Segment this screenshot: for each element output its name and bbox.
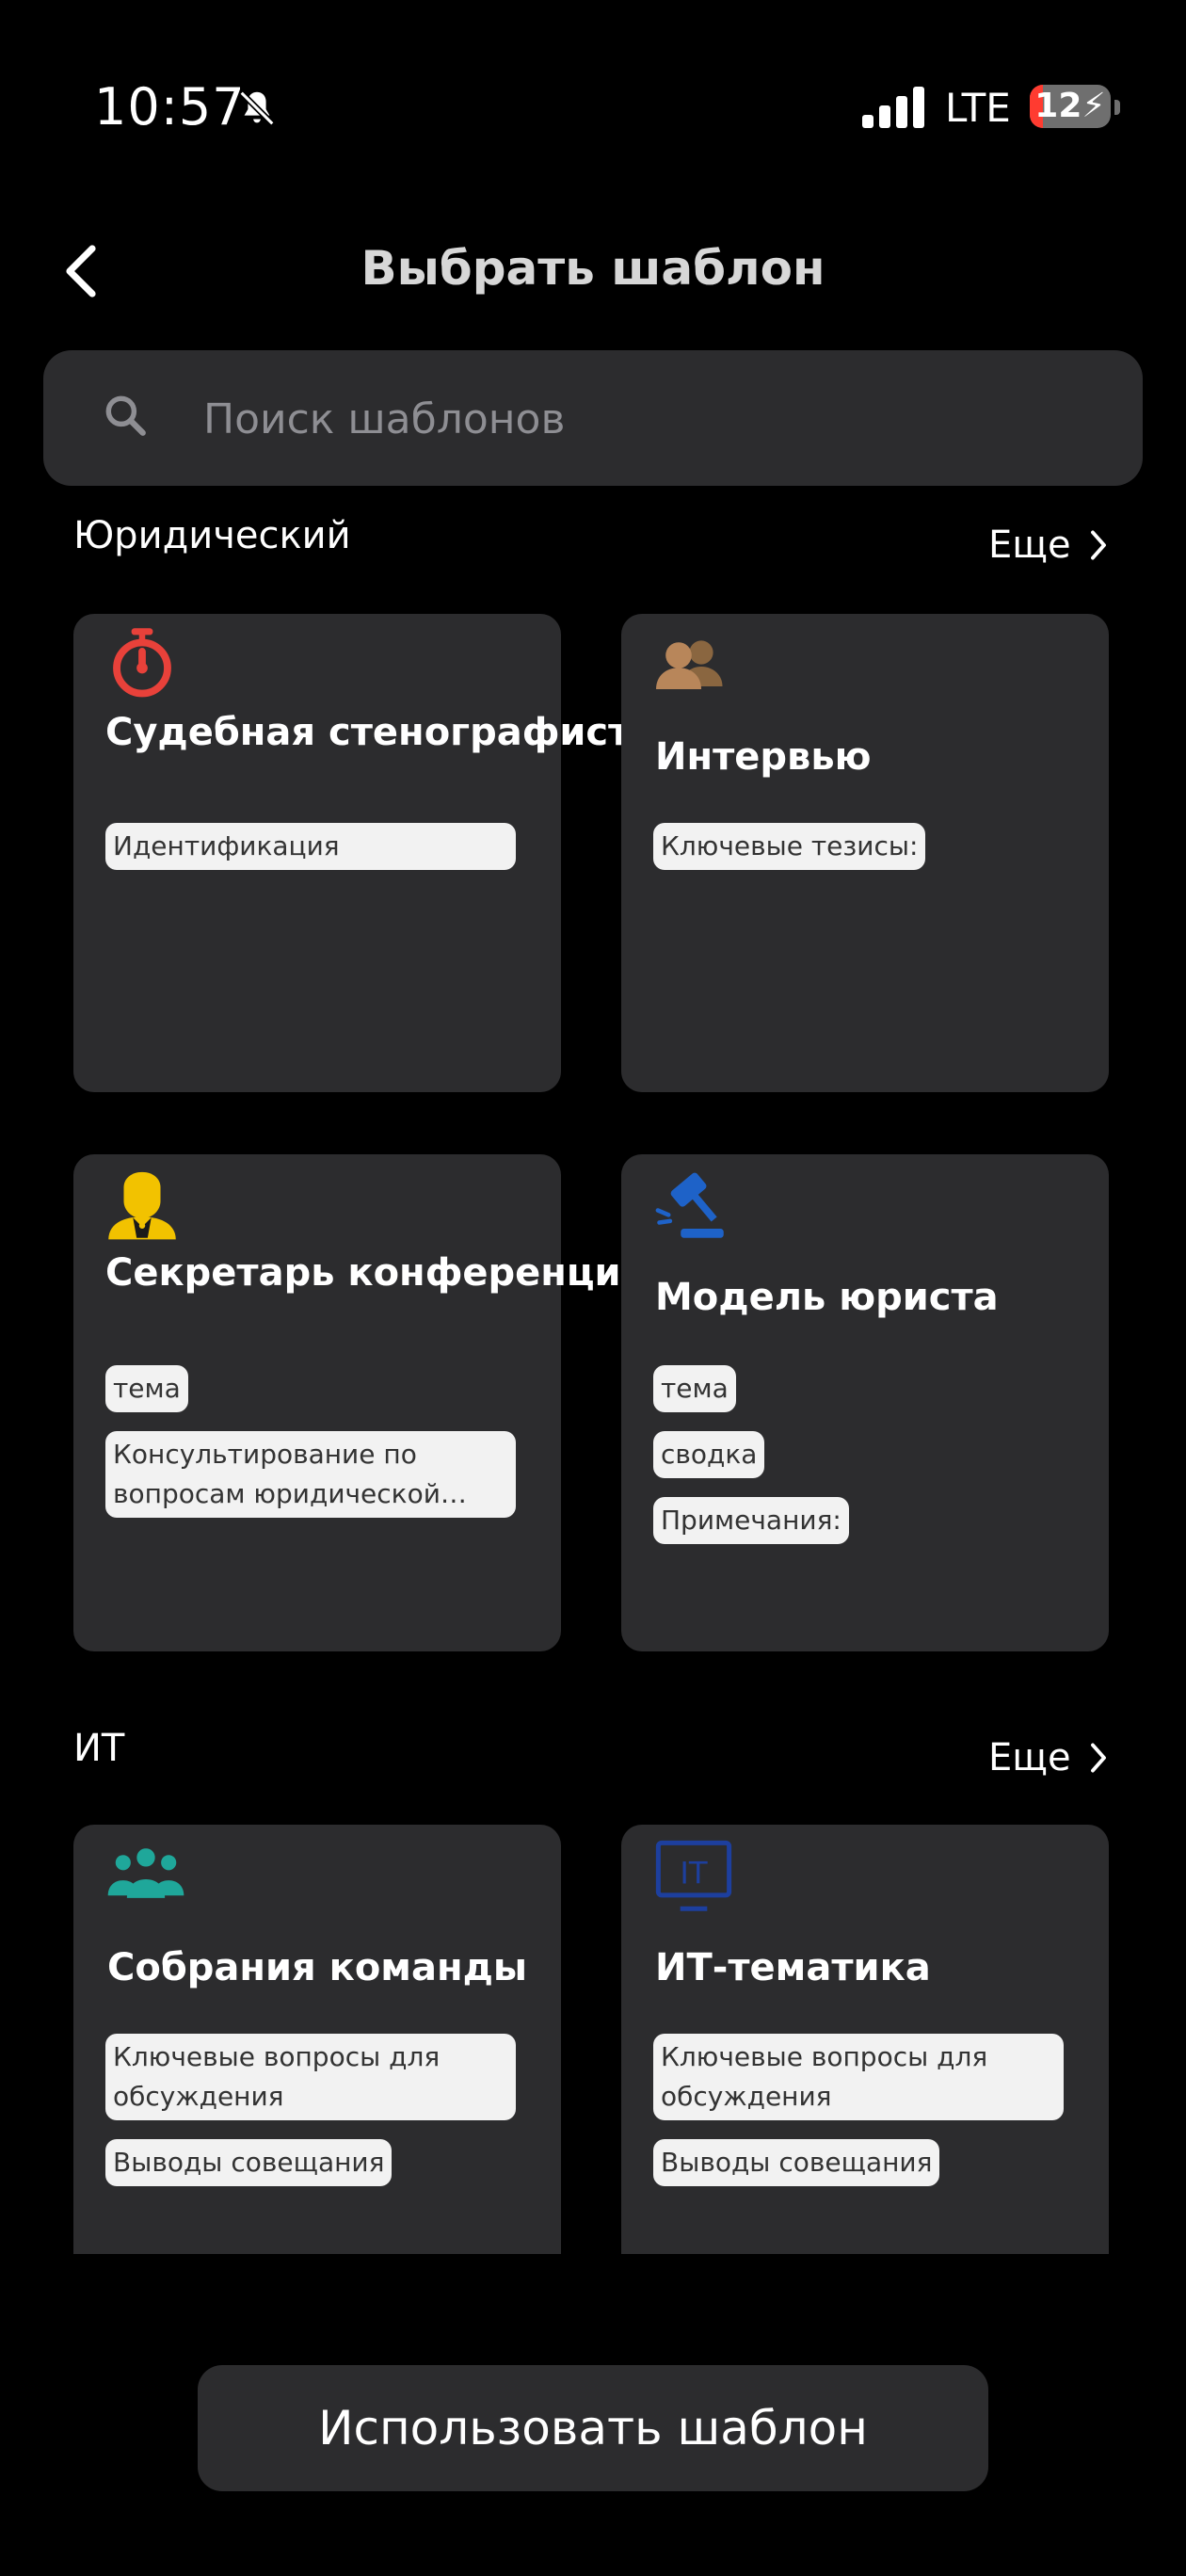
gavel-icon <box>655 1172 724 1238</box>
tag: Ключевые вопросы для обсуждения <box>105 2034 516 2120</box>
more-label: Еще <box>988 523 1071 567</box>
bell-slash-icon <box>239 90 275 126</box>
tag: сводка <box>653 1431 765 1478</box>
section-title-legal: Юридический <box>73 514 351 557</box>
battery-tip <box>1114 100 1120 115</box>
card-title: ИТ-тематика <box>655 1946 931 1989</box>
card-tags: тема сводка Примечания: <box>653 1365 849 1548</box>
page-title: Выбрать шаблон <box>361 241 825 296</box>
team-icon <box>107 1848 184 1898</box>
card-title: Судебная стенографистка <box>105 711 681 754</box>
tag: Ключевые тезисы: <box>653 823 926 870</box>
signal-strength-icon <box>862 87 924 128</box>
template-card-conference-secretary[interactable]: Секретарь конференции тема Консультирова… <box>73 1154 648 1651</box>
it-monitor-icon: IT <box>655 1840 732 1911</box>
card-title: Модель юриста <box>655 1276 999 1319</box>
card-title: Секретарь конференции <box>105 1251 648 1295</box>
template-card-team-meetings[interactable]: Собрания команды Ключевые вопросы для об… <box>73 1825 561 2254</box>
card-tags: Идентификация <box>105 823 516 874</box>
status-time: 10:57 <box>94 77 246 137</box>
search-icon <box>105 395 146 436</box>
battery-icon: 12⚡ <box>1030 85 1111 128</box>
stopwatch-icon <box>113 628 171 698</box>
secretary-icon <box>108 1171 176 1240</box>
template-card-lawyer-model[interactable]: Модель юриста тема сводка Примечания: <box>621 1154 1109 1651</box>
battery-level: 12 <box>1034 87 1082 125</box>
card-tags: Ключевые вопросы для обсуждения Выводы с… <box>105 2034 516 2190</box>
search-input[interactable] <box>203 386 1050 452</box>
card-tags: Ключевые вопросы для обсуждения Выводы с… <box>653 2034 1064 2190</box>
use-template-button[interactable]: Использовать шаблон <box>198 2365 988 2491</box>
card-tags: Ключевые тезисы: <box>653 823 926 874</box>
tag: тема <box>653 1365 736 1412</box>
card-title: Собрания команды <box>107 1946 528 1989</box>
people-icon <box>656 640 723 689</box>
more-label: Еще <box>988 1736 1071 1779</box>
tag: Примечания: <box>653 1497 849 1544</box>
template-card-court-stenographer[interactable]: Судебная стенографистка Идентификация <box>73 614 681 1092</box>
template-card-it-topics[interactable]: IT ИТ-тематика Ключевые вопросы для обсу… <box>621 1825 1109 2254</box>
more-link-it[interactable]: Еще <box>988 1736 1109 1779</box>
tag: тема <box>105 1365 188 1412</box>
tag: Идентификация <box>105 823 516 870</box>
it-cards-viewport: Собрания команды Ключевые вопросы для об… <box>0 1825 1186 2254</box>
tag: Выводы совещания <box>105 2139 393 2186</box>
tag: Выводы совещания <box>653 2139 940 2186</box>
section-title-it: ИТ <box>73 1727 125 1770</box>
network-type: LTE <box>945 85 1011 131</box>
tag: Ключевые вопросы для обсуждения <box>653 2034 1064 2120</box>
card-title: Интервью <box>655 735 872 779</box>
more-link-legal[interactable]: Еще <box>988 523 1109 567</box>
template-card-interview[interactable]: Интервью Ключевые тезисы: <box>621 614 1109 1092</box>
chevron-right-icon <box>1090 530 1106 560</box>
it-icon-label: IT <box>680 1855 708 1891</box>
card-tags: тема Консультирование по вопросам юридич… <box>105 1365 516 1518</box>
chevron-right-icon <box>1090 1743 1106 1773</box>
tag: Консультирование по вопросам юридической… <box>105 1431 516 1518</box>
